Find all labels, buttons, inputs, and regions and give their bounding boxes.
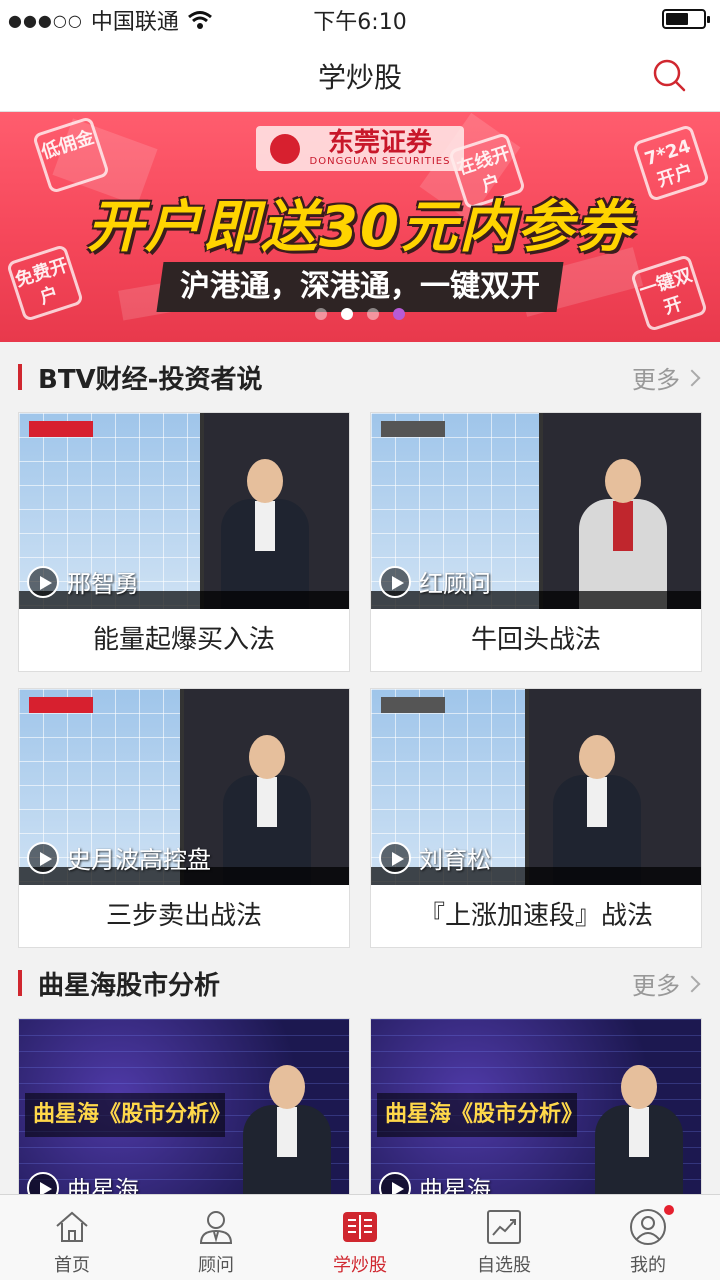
video-card[interactable]: 刘育松 『上涨加速段』战法 (370, 688, 702, 948)
carousel-dot[interactable] (315, 308, 327, 320)
navigation-bar: 学炒股 (0, 40, 720, 112)
video-presenter: 红顾问 (419, 570, 491, 598)
video-presenter: 史月波高控盘 (67, 846, 211, 874)
section-accent-bar (18, 364, 22, 390)
tab-advisor[interactable]: 顾问 (144, 1195, 288, 1280)
section-header-qu: 曲星海股市分析 更多 (0, 948, 720, 1018)
banner-subline-box: 沪港通，深港通，一键双开 (156, 262, 564, 312)
brand-name-en: DONGGUAN SECURITIES (309, 156, 451, 167)
more-label: 更多 (632, 366, 680, 394)
more-link[interactable]: 更多 (632, 966, 701, 1001)
carousel-dot[interactable] (367, 308, 379, 320)
carousel-indicator[interactable] (0, 308, 720, 320)
channel-logo (29, 697, 93, 713)
video-thumbnail[interactable]: 史月波高控盘 (19, 689, 349, 885)
brand-logo: 东莞证券 DONGGUAN SECURITIES (255, 126, 465, 171)
status-time: 下午6:10 (313, 10, 407, 35)
video-presenter: 刘育松 (419, 846, 491, 874)
video-card[interactable]: 曲星海《股市分析》 曲星海 (370, 1018, 702, 1216)
presenter-figure (549, 735, 645, 885)
video-overlay-title: 曲星海《股市分析》 (25, 1093, 231, 1137)
page-title: 学炒股 (317, 61, 402, 94)
presenter-figure (217, 459, 313, 609)
banner-headline: 开户即送30元内参券 (87, 195, 633, 260)
tab-profile[interactable]: 我的 (576, 1195, 720, 1280)
profile-icon (630, 1209, 666, 1245)
play-icon[interactable] (27, 841, 59, 874)
chevron-right-icon (683, 975, 701, 992)
carousel-dot[interactable] (393, 308, 405, 320)
video-thumbnail[interactable]: 曲星海《股市分析》 曲星海 (371, 1019, 701, 1215)
play-icon[interactable] (27, 565, 59, 598)
presenter-figure (219, 735, 315, 885)
tab-home[interactable]: 首页 (0, 1195, 144, 1280)
banner-subline: 沪港通，深港通，一键双开 (180, 269, 540, 304)
more-link[interactable]: 更多 (632, 360, 701, 395)
video-title: 三步卖出战法 (105, 901, 262, 931)
search-icon[interactable] (650, 56, 690, 96)
brand-mark-icon (269, 133, 300, 164)
tab-learn-stocks[interactable]: 学炒股 (288, 1195, 432, 1280)
video-title: 『上涨加速段』战法 (418, 901, 653, 931)
section-title: 曲星海股市分析 (38, 971, 221, 1001)
app-screen: ●●●○○ 中国联通 下午6:10 学炒股 低佣金 在线开户 7*24开户 免费… (0, 0, 720, 1280)
video-thumbnail[interactable]: 曲星海《股市分析》 曲星海 (19, 1019, 349, 1215)
channel-logo (381, 421, 445, 437)
book-icon (343, 1212, 377, 1242)
tab-label: 顾问 (198, 1255, 234, 1276)
status-bar: ●●●○○ 中国联通 下午6:10 (0, 0, 720, 40)
battery-icon (662, 9, 710, 29)
section-accent-bar (18, 970, 22, 996)
video-card[interactable]: 红顾问 牛回头战法 (370, 412, 702, 672)
tab-label: 首页 (54, 1255, 90, 1276)
video-presenter: 邢智勇 (67, 570, 139, 598)
tab-watchlist[interactable]: 自选股 (432, 1195, 576, 1280)
notification-dot (664, 1205, 674, 1215)
video-thumbnail[interactable]: 刘育松 (371, 689, 701, 885)
carousel-dot-active[interactable] (341, 308, 353, 320)
video-card[interactable]: 曲星海《股市分析》 曲星海 (18, 1018, 350, 1216)
video-thumbnail[interactable]: 红顾问 (371, 413, 701, 609)
tab-label: 自选股 (477, 1255, 531, 1276)
promo-banner[interactable]: 低佣金 在线开户 7*24开户 免费开户 一键双开 东莞证券 DONGGUAN … (0, 112, 720, 342)
presenter-figure (591, 1065, 687, 1215)
video-thumbnail[interactable]: 邢智勇 (19, 413, 349, 609)
home-icon (56, 1211, 88, 1242)
brand-name: 东莞证券 (327, 128, 432, 158)
more-label: 更多 (632, 972, 680, 1000)
video-card[interactable]: 史月波高控盘 三步卖出战法 (18, 688, 350, 948)
promo-badge: 一键双开 (629, 253, 709, 333)
video-title: 牛回头战法 (470, 625, 601, 655)
chevron-right-icon (683, 369, 701, 386)
play-icon[interactable] (379, 841, 411, 874)
channel-logo (381, 697, 445, 713)
channel-logo (29, 421, 93, 437)
tab-label: 我的 (630, 1255, 666, 1276)
chart-icon (487, 1210, 521, 1244)
video-overlay-title: 曲星海《股市分析》 (377, 1093, 583, 1137)
presenter-figure (575, 459, 671, 609)
video-card[interactable]: 邢智勇 能量起爆买入法 (18, 412, 350, 672)
section-header-btv: BTV财经-投资者说 更多 (0, 342, 720, 412)
presenter-figure (239, 1065, 335, 1215)
video-title: 能量起爆买入法 (92, 625, 275, 655)
section-title: BTV财经-投资者说 (38, 365, 263, 395)
bottom-tab-bar: 首页 顾问 学炒股 自选股 我的 (0, 1194, 720, 1280)
tab-label: 学炒股 (333, 1255, 387, 1276)
advisor-icon (199, 1211, 233, 1244)
play-icon[interactable] (379, 565, 411, 598)
